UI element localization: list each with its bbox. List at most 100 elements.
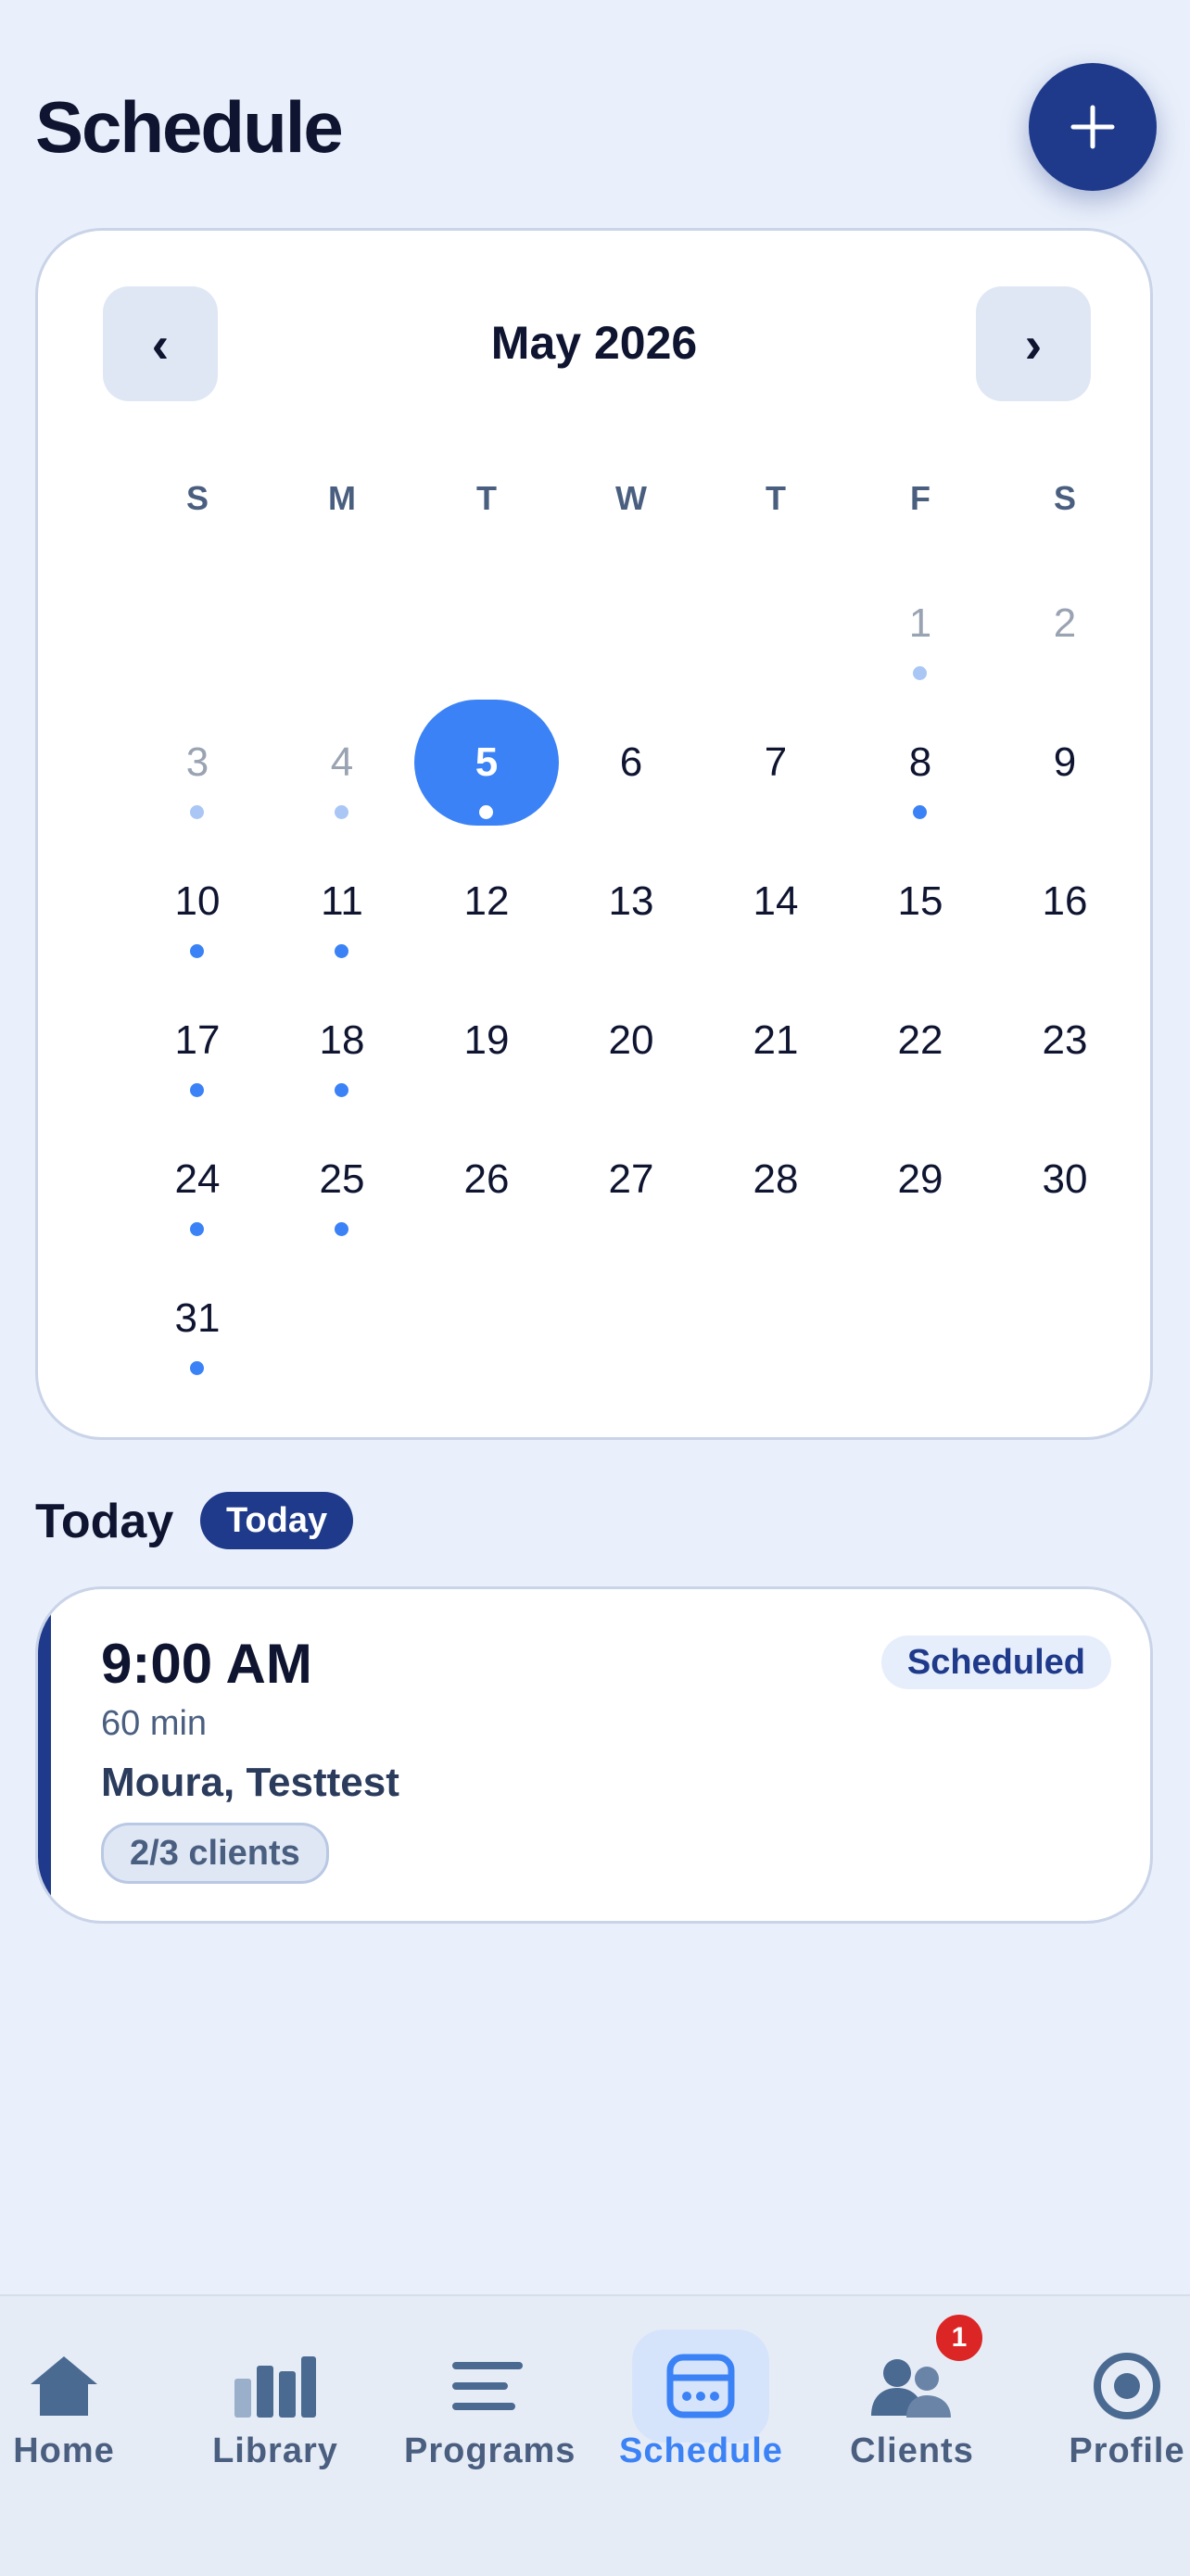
calendar-day[interactable]: 1 [848, 561, 993, 687]
tab-bar: Home Library Programs Schedule 1 Clients… [0, 2294, 1190, 2576]
calendar-day[interactable]: 21 [703, 978, 848, 1104]
weekday-label: S [185, 479, 209, 517]
day-number: 27 [608, 1156, 654, 1202]
calendar-day[interactable]: 18 [270, 978, 414, 1104]
event-dot [335, 944, 348, 958]
tab-label: Home [13, 2431, 115, 2470]
tab-label: Programs [404, 2431, 576, 2470]
day-number: 29 [897, 1156, 943, 1202]
session-status-badge: Scheduled [880, 1635, 1111, 1689]
day-number: 28 [753, 1156, 799, 1202]
calendar-card: ‹ May 2026 › SMTWTFS 1 2 3 4 5 6 7 8 9 10 11 12 13 14… [35, 228, 1153, 1440]
calendar-day[interactable]: 12 [414, 839, 559, 965]
session-time: 9:00 AM [101, 1633, 312, 1695]
tab-label: Schedule [619, 2431, 783, 2470]
tab-profile[interactable]: Profile [1066, 2296, 1188, 2576]
day-number: 1 [908, 600, 932, 646]
weekday-label: M [328, 479, 356, 517]
tab-home[interactable]: Home [0, 2296, 128, 2576]
day-number: 18 [319, 1017, 365, 1063]
day-number: 16 [1042, 878, 1088, 924]
event-dot [335, 1222, 348, 1236]
day-number: 6 [619, 739, 643, 785]
day-number: 13 [608, 878, 654, 924]
calendar-day[interactable]: 28 [703, 1117, 848, 1243]
today-badge: Today [200, 1492, 354, 1549]
calendar-day[interactable]: 31 [125, 1256, 270, 1382]
profile-icon [1094, 2353, 1160, 2419]
calendar-day[interactable]: 27 [559, 1117, 703, 1243]
day-number: 15 [897, 878, 943, 924]
day-number: 17 [174, 1017, 221, 1063]
calendar-day-selected[interactable]: 5 [414, 700, 559, 826]
calendar-day[interactable]: 19 [414, 978, 559, 1104]
day-number: 26 [463, 1156, 510, 1202]
calendar-day[interactable]: 16 [993, 839, 1137, 965]
calendar-day[interactable]: 8 [848, 700, 993, 826]
day-number: 14 [753, 878, 799, 924]
event-dot [335, 805, 348, 819]
event-dot [913, 805, 927, 819]
calendar-day[interactable]: 9 [993, 700, 1137, 826]
calendar-day[interactable]: 3 [125, 700, 270, 826]
day-number: 4 [330, 739, 354, 785]
clients-notification-badge: 1 [932, 2311, 986, 2365]
calendar-day[interactable]: 2 [993, 561, 1137, 687]
day-number: 12 [463, 878, 510, 924]
day-number: 5 [475, 739, 499, 785]
calendar-day[interactable]: 23 [993, 978, 1137, 1104]
calendar-day[interactable]: 4 [270, 700, 414, 826]
calendar-day[interactable]: 10 [125, 839, 270, 965]
tab-programs[interactable]: Programs [404, 2296, 576, 2576]
session-clients-badge: 2/3 clients [101, 1823, 329, 1884]
tab-label: Library [212, 2431, 338, 2470]
day-number: 19 [463, 1017, 510, 1063]
calendar-day[interactable]: 29 [848, 1117, 993, 1243]
calendar-day[interactable]: 17 [125, 978, 270, 1104]
library-icon [234, 2356, 316, 2418]
day-number: 3 [185, 739, 209, 785]
session-card[interactable]: 9:00 AM 60 min Moura, Testtest 2/3 clien… [35, 1586, 1153, 1924]
schedule-icon [666, 2354, 735, 2418]
programs-icon [452, 2362, 523, 2410]
calendar-day[interactable]: 15 [848, 839, 993, 965]
day-number: 10 [174, 878, 221, 924]
tab-schedule[interactable]: Schedule [619, 2296, 782, 2576]
tab-label: Clients [850, 2431, 974, 2470]
event-dot [479, 805, 493, 819]
session-name: Moura, Testtest [101, 1760, 399, 1805]
calendar-day[interactable]: 30 [993, 1117, 1137, 1243]
event-dot [913, 666, 927, 680]
day-number: 31 [174, 1295, 221, 1341]
calendar-day[interactable]: 13 [559, 839, 703, 965]
session-duration: 60 min [101, 1704, 208, 1743]
event-dot [190, 944, 204, 958]
event-dot [190, 1083, 204, 1097]
tab-clients[interactable]: 1 Clients [849, 2296, 986, 2576]
add-session-button[interactable] [1029, 63, 1157, 191]
weekday-label: T [476, 479, 497, 517]
calendar-day[interactable]: 11 [270, 839, 414, 965]
event-dot [190, 805, 204, 819]
calendar-day[interactable]: 22 [848, 978, 993, 1104]
plus-icon [1070, 105, 1115, 149]
tab-library[interactable]: Library [206, 2296, 345, 2576]
weekday-label: T [766, 479, 786, 517]
day-number: 9 [1053, 739, 1077, 785]
event-dot [190, 1361, 204, 1375]
day-number: 2 [1053, 600, 1077, 646]
day-number: 25 [319, 1156, 365, 1202]
calendar-day[interactable]: 24 [125, 1117, 270, 1243]
next-month-button[interactable]: › [976, 286, 1091, 401]
session-accent-bar [38, 1589, 51, 1921]
tab-label: Profile [1069, 2431, 1185, 2470]
calendar-day[interactable]: 25 [270, 1117, 414, 1243]
clients-icon [871, 2359, 951, 2418]
calendar-day[interactable]: 14 [703, 839, 848, 965]
day-number: 22 [897, 1017, 943, 1063]
day-number: 8 [908, 739, 932, 785]
calendar-day[interactable]: 26 [414, 1117, 559, 1243]
calendar-day[interactable]: 6 [559, 700, 703, 826]
calendar-day[interactable]: 7 [703, 700, 848, 826]
calendar-day[interactable]: 20 [559, 978, 703, 1104]
